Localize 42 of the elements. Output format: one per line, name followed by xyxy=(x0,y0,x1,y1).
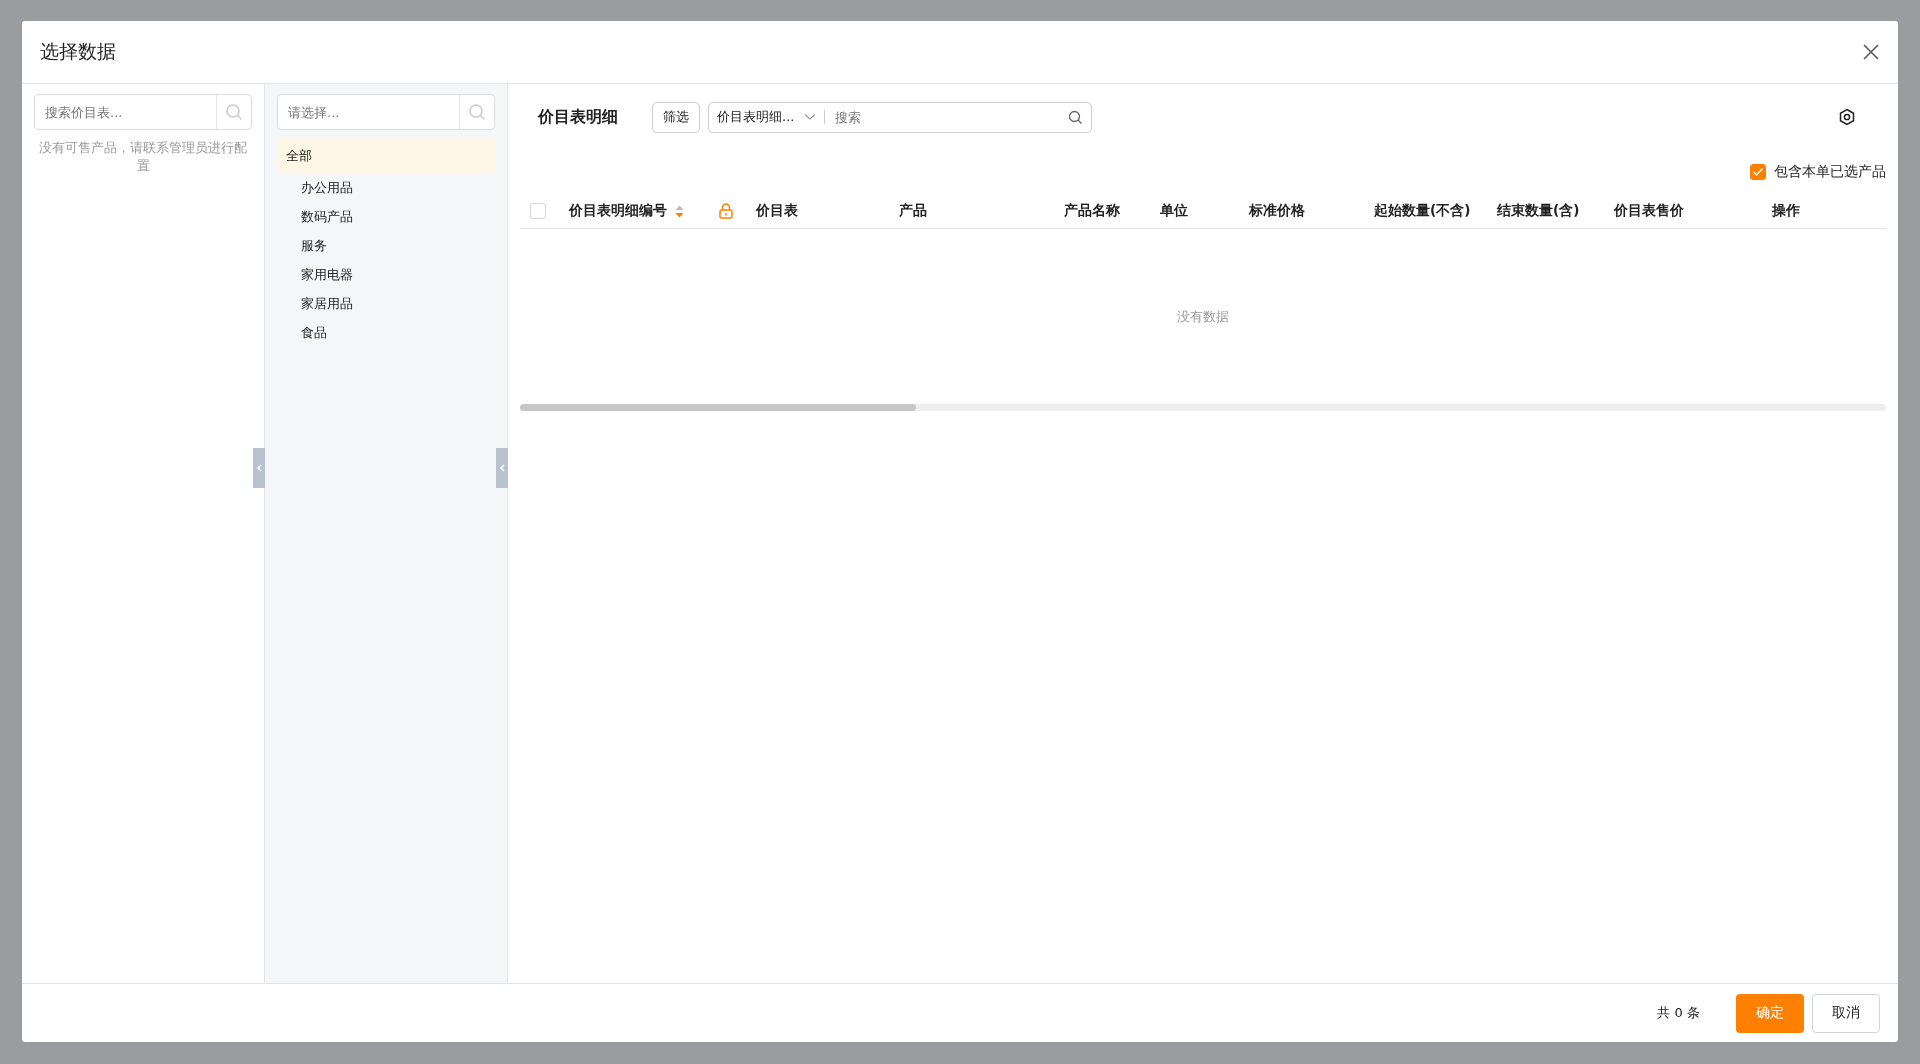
column-header[interactable]: 价目表 xyxy=(756,202,798,220)
category-item[interactable]: 办公用品 xyxy=(277,173,495,202)
search-field[interactable]: 价目表明细... 搜索 xyxy=(708,101,1092,133)
scope-dropdown[interactable]: 价目表明细... xyxy=(717,108,817,126)
collapse-handle[interactable] xyxy=(253,448,265,488)
column-header[interactable]: 产品 xyxy=(899,202,927,220)
empty-message: 没有可售产品，请联系管理员进行配置 xyxy=(38,139,248,175)
column-header[interactable]: 价目表售价 xyxy=(1614,202,1684,220)
column-header[interactable]: 单位 xyxy=(1160,202,1188,220)
search-field[interactable]: 搜索价目表... xyxy=(34,94,252,130)
dialog-title: 选择数据 xyxy=(40,39,116,64)
check-icon xyxy=(1752,167,1764,177)
settings-icon[interactable] xyxy=(1838,108,1856,126)
lock-icon[interactable] xyxy=(719,203,733,219)
collapse-handle[interactable] xyxy=(496,448,508,488)
column-header[interactable]: 操作 xyxy=(1772,202,1800,220)
checkbox[interactable] xyxy=(1750,164,1766,180)
category-item[interactable]: 食品 xyxy=(277,318,495,347)
column-header[interactable]: 产品名称 xyxy=(1064,202,1120,220)
column-header[interactable]: 标准价格 xyxy=(1249,202,1305,220)
search-field[interactable]: 请选择... xyxy=(277,94,495,130)
search-icon[interactable] xyxy=(1068,109,1083,125)
column-header[interactable]: 结束数量(含) xyxy=(1497,202,1580,220)
cancel-button[interactable]: 取消 xyxy=(1812,993,1880,1033)
scrollbar-thumb[interactable] xyxy=(520,404,917,411)
category-item[interactable]: 服务 xyxy=(277,231,495,260)
column-header[interactable]: 价目表明细编号 xyxy=(569,202,667,220)
category-item[interactable]: 家居用品 xyxy=(277,289,495,318)
total-count: 共 0 条 xyxy=(1657,1004,1700,1022)
section-title: 价目表明细 xyxy=(538,106,618,128)
category-item[interactable]: 家用电器 xyxy=(277,260,495,289)
chevron-down-icon[interactable] xyxy=(804,113,817,121)
sort-icon[interactable] xyxy=(675,204,684,218)
category-item[interactable]: 全部 xyxy=(277,138,495,173)
category-item[interactable]: 数码产品 xyxy=(277,202,495,231)
horizontal-scrollbar[interactable] xyxy=(520,404,1886,411)
include-selected-checkbox[interactable]: 包含本单已选产品 xyxy=(1750,163,1886,181)
checkbox-label: 包含本单已选产品 xyxy=(1774,163,1886,181)
empty-table-text: 没有数据 xyxy=(1176,307,1230,326)
column-header[interactable]: 起始数量(不含) xyxy=(1374,202,1471,220)
select-all-checkbox[interactable] xyxy=(530,203,546,219)
filter-button[interactable]: 筛选 xyxy=(652,101,700,133)
